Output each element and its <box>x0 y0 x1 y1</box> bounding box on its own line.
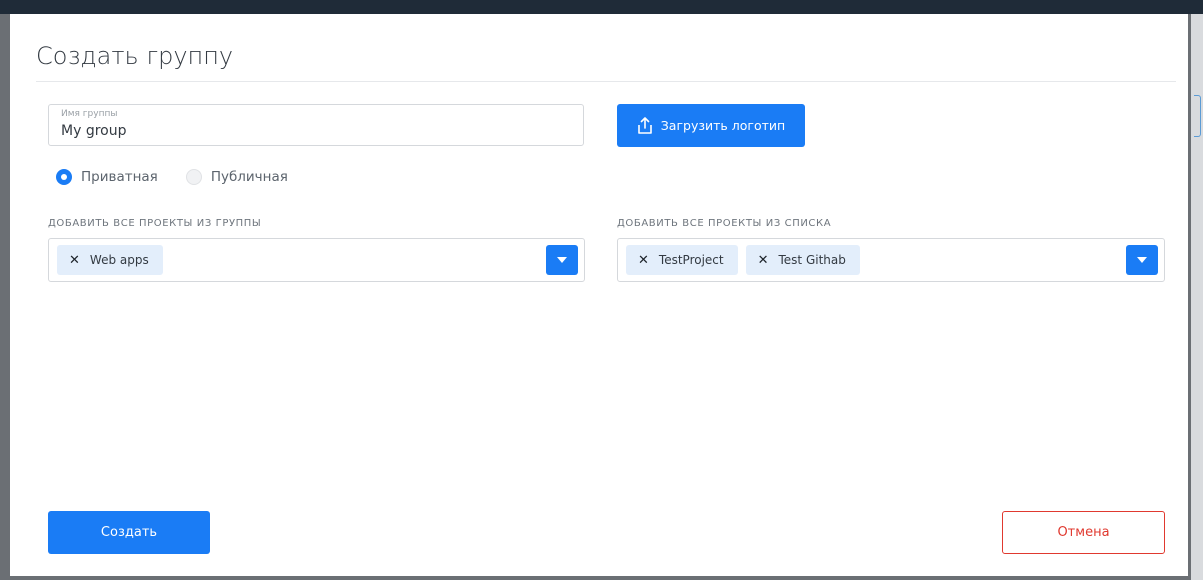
from-group-multiselect[interactable]: ✕ Web apps <box>48 238 585 282</box>
background-input-edge <box>1194 95 1201 137</box>
app-top-bar <box>0 0 1203 14</box>
chip-label: Test Githab <box>778 253 846 267</box>
group-name-input[interactable] <box>61 121 561 141</box>
chip-label: Web apps <box>89 253 149 267</box>
radio-private-label: Приватная <box>81 169 158 185</box>
radio-public[interactable]: Публичная <box>185 169 288 185</box>
radio-unchecked-icon[interactable] <box>185 169 202 185</box>
cancel-button[interactable]: Отмена <box>1002 511 1165 554</box>
dialog-title: Создать группу <box>36 42 234 70</box>
chip-label: TestProject <box>658 253 724 267</box>
create-group-dialog: Создать группу Имя группы Загрузить лого… <box>10 14 1188 576</box>
radio-checked-icon[interactable] <box>56 169 72 185</box>
radio-private[interactable]: Приватная <box>56 169 158 185</box>
from-list-dropdown-button[interactable] <box>1126 245 1158 275</box>
radio-public-label: Публичная <box>210 169 288 185</box>
from-list-multiselect[interactable]: ✕ TestProject ✕ Test Githab <box>617 238 1165 282</box>
from-group-label: ДОБАВИТЬ ВСЕ ПРОЕКТЫ ИЗ ГРУППЫ <box>48 218 262 229</box>
remove-chip-icon[interactable]: ✕ <box>758 253 769 268</box>
create-button[interactable]: Создать <box>48 511 210 554</box>
group-name-label: Имя группы <box>61 109 118 119</box>
remove-chip-icon[interactable]: ✕ <box>69 253 80 268</box>
title-divider <box>36 81 1176 82</box>
chip-web-apps: ✕ Web apps <box>57 245 163 275</box>
from-list-label: ДОБАВИТЬ ВСЕ ПРОЕКТЫ ИЗ СПИСКА <box>617 218 832 229</box>
upload-logo-label: Загрузить логотип <box>660 118 786 133</box>
chip-testproject: ✕ TestProject <box>626 245 738 275</box>
from-group-dropdown-button[interactable] <box>546 245 578 275</box>
upload-logo-button[interactable]: Загрузить логотип <box>617 104 805 147</box>
chip-test-githab: ✕ Test Githab <box>745 245 860 275</box>
remove-chip-icon[interactable]: ✕ <box>638 253 649 268</box>
caret-down-icon <box>557 257 567 263</box>
group-name-field[interactable]: Имя группы <box>48 104 584 146</box>
upload-icon <box>637 116 652 134</box>
visibility-radio-group: Приватная Публичная <box>56 169 288 185</box>
caret-down-icon <box>1137 257 1147 263</box>
